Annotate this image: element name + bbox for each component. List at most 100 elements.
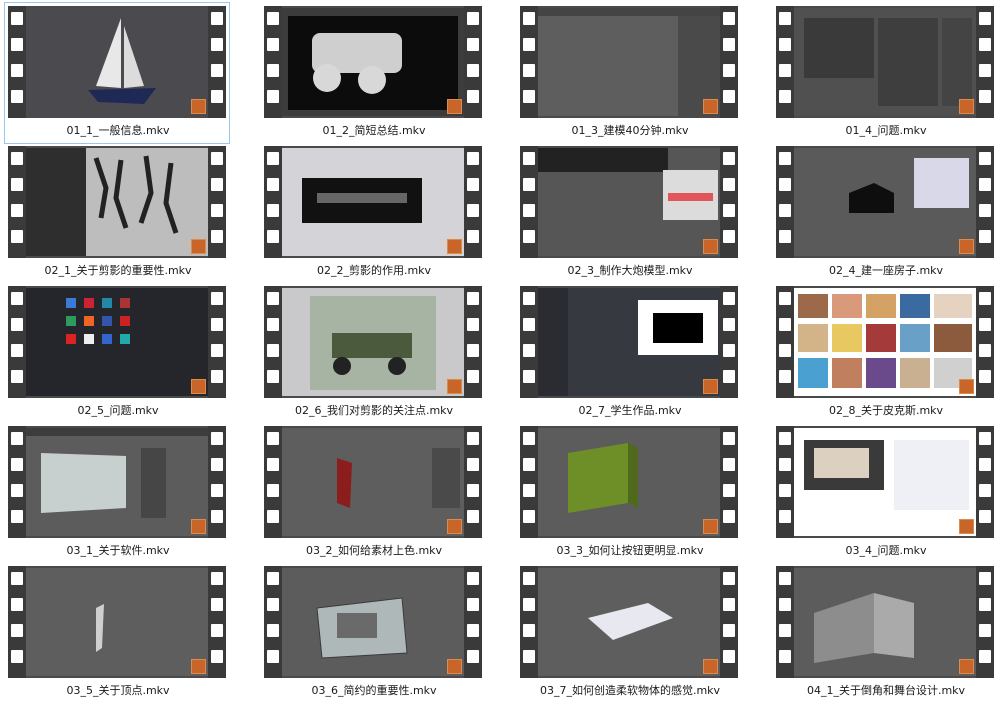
video-file-tile[interactable]: 01_1_一般信息.mkv: [4, 2, 230, 144]
film-hole: [211, 650, 223, 663]
film-strip-right: [976, 146, 994, 258]
film-hole: [11, 432, 23, 445]
film-hole: [523, 230, 535, 243]
film-hole: [723, 344, 735, 357]
film-hole: [523, 370, 535, 383]
thumbnail-grid: 01_1_一般信息.mkv 01_2_简短总结.mkv 01_3_建模40分钟.…: [0, 0, 1000, 708]
film-strip-left: [776, 286, 794, 398]
film-hole: [979, 624, 991, 637]
video-file-tile[interactable]: 02_1_关于剪影的重要性.mkv: [4, 142, 230, 284]
frame-image: [26, 288, 208, 396]
film-hole: [211, 318, 223, 331]
film-hole: [523, 650, 535, 663]
video-file-tile[interactable]: 01_2_简短总结.mkv: [260, 2, 486, 144]
video-thumbnail: [264, 566, 482, 678]
film-hole: [267, 64, 279, 77]
video-file-tile[interactable]: 03_2_如何给素材上色.mkv: [260, 422, 486, 564]
film-hole: [467, 204, 479, 217]
film-hole: [723, 90, 735, 103]
film-hole: [979, 230, 991, 243]
film-strip-left: [264, 146, 282, 258]
video-file-tile[interactable]: 02_5_问题.mkv: [4, 282, 230, 424]
film-hole: [467, 90, 479, 103]
video-thumbnail: [8, 286, 226, 398]
film-hole: [723, 458, 735, 471]
film-hole: [267, 38, 279, 51]
video-file-tile[interactable]: 02_7_学生作品.mkv: [516, 282, 742, 424]
video-file-tile[interactable]: 02_8_关于皮克斯.mkv: [772, 282, 998, 424]
video-file-tile[interactable]: 02_2_剪影的作用.mkv: [260, 142, 486, 284]
video-file-tile[interactable]: 03_5_关于顶点.mkv: [4, 562, 230, 704]
video-thumbnail: [8, 426, 226, 538]
file-name-label: 01_4_问题.mkv: [845, 124, 927, 137]
film-hole: [467, 624, 479, 637]
video-file-tile[interactable]: 02_4_建一座房子.mkv: [772, 142, 998, 284]
film-strip-left: [776, 6, 794, 118]
video-file-tile[interactable]: 03_4_问题.mkv: [772, 422, 998, 564]
file-name-label: 03_6_简约的重要性.mkv: [311, 684, 437, 697]
film-strip-left: [776, 426, 794, 538]
frame-image: [794, 568, 976, 676]
frame-image: [538, 428, 720, 536]
file-name-label: 02_8_关于皮克斯.mkv: [828, 404, 944, 417]
frame-image: [26, 568, 208, 676]
video-frame-preview: [282, 148, 464, 256]
video-file-tile[interactable]: 03_3_如何让按钮更明显.mkv: [516, 422, 742, 564]
video-frame-preview: [538, 288, 720, 396]
presenter-badge-icon: [447, 239, 462, 254]
film-hole: [211, 38, 223, 51]
presenter-badge-icon: [959, 239, 974, 254]
film-hole: [467, 178, 479, 191]
film-hole: [979, 458, 991, 471]
film-hole: [267, 624, 279, 637]
video-thumbnail: [264, 426, 482, 538]
film-hole: [267, 230, 279, 243]
video-file-tile[interactable]: 03_7_如何创造柔软物体的感觉.mkv: [516, 562, 742, 704]
film-hole: [467, 38, 479, 51]
presenter-badge-icon: [191, 519, 206, 534]
film-strip-left: [520, 426, 538, 538]
film-hole: [267, 12, 279, 25]
video-thumbnail: [8, 566, 226, 678]
film-hole: [979, 572, 991, 585]
film-strip-right: [208, 286, 226, 398]
video-file-tile[interactable]: 03_6_简约的重要性.mkv: [260, 562, 486, 704]
film-hole: [979, 650, 991, 663]
file-name-label: 01_2_简短总结.mkv: [322, 124, 426, 137]
video-frame-preview: [794, 288, 976, 396]
film-hole: [523, 458, 535, 471]
film-strip-right: [464, 566, 482, 678]
video-frame-preview: [538, 148, 720, 256]
file-name-label: 02_6_我们对剪影的关注点.mkv: [294, 404, 454, 417]
video-file-tile[interactable]: 01_4_问题.mkv: [772, 2, 998, 144]
film-hole: [467, 484, 479, 497]
film-hole: [979, 12, 991, 25]
film-strip-right: [208, 566, 226, 678]
video-file-tile[interactable]: 02_6_我们对剪影的关注点.mkv: [260, 282, 486, 424]
film-hole: [11, 152, 23, 165]
film-hole: [779, 458, 791, 471]
film-hole: [467, 292, 479, 305]
film-hole: [779, 204, 791, 217]
film-hole: [11, 510, 23, 523]
video-frame-preview: [538, 8, 720, 116]
film-hole: [211, 292, 223, 305]
video-thumbnail: [776, 146, 994, 258]
film-strip-right: [976, 566, 994, 678]
video-file-tile[interactable]: 02_3_制作大炮模型.mkv: [516, 142, 742, 284]
presenter-badge-icon: [191, 659, 206, 674]
film-strip-right: [464, 6, 482, 118]
film-hole: [11, 572, 23, 585]
film-hole: [523, 12, 535, 25]
film-strip-right: [464, 286, 482, 398]
video-file-tile[interactable]: 04_1_关于倒角和舞台设计.mkv: [772, 562, 998, 704]
file-name-label: 03_1_关于软件.mkv: [66, 544, 170, 557]
video-frame-preview: [26, 8, 208, 116]
video-thumbnail: [264, 146, 482, 258]
film-hole: [779, 510, 791, 523]
film-hole: [11, 38, 23, 51]
frame-image: [282, 8, 464, 116]
video-file-tile[interactable]: 03_1_关于软件.mkv: [4, 422, 230, 564]
video-file-tile[interactable]: 01_3_建模40分钟.mkv: [516, 2, 742, 144]
film-hole: [267, 178, 279, 191]
